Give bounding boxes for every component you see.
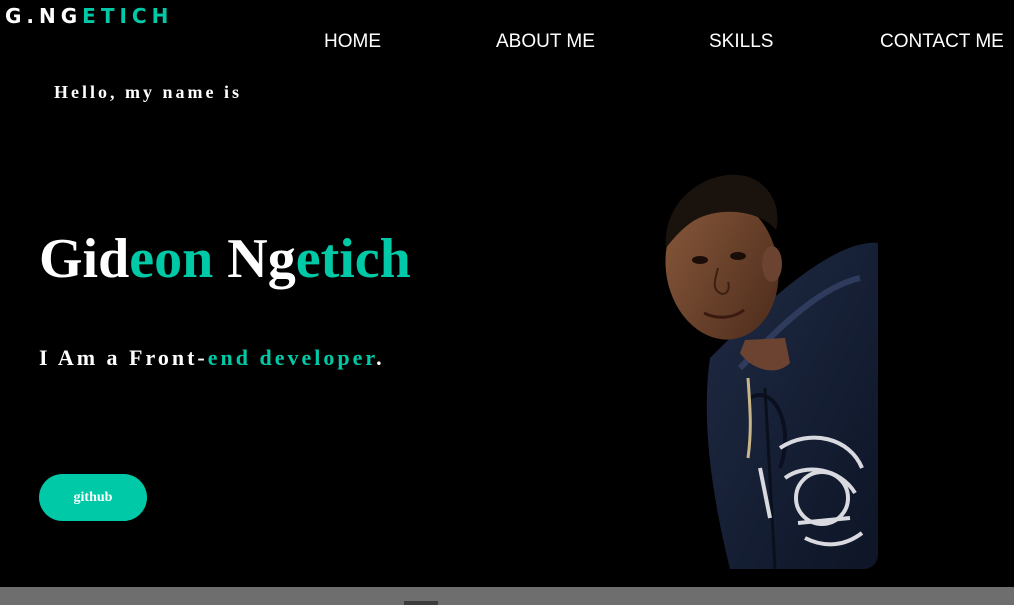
role-part: . bbox=[376, 345, 385, 370]
logo-part-white: G.NG bbox=[5, 4, 83, 28]
role-part: end developer bbox=[207, 345, 377, 370]
profile-photo bbox=[600, 168, 878, 569]
github-button[interactable]: github bbox=[39, 474, 147, 521]
nav-contact-link[interactable]: CONTACT ME bbox=[880, 30, 1004, 54]
hero-greeting: Hello, my name is bbox=[54, 82, 242, 102]
profile-photo-illustration bbox=[665, 174, 878, 569]
hero-role: I Am a Front-end developer. bbox=[39, 344, 385, 372]
name-part: Ng bbox=[227, 228, 296, 290]
name-part: Gid bbox=[39, 228, 130, 290]
hero-name: Gideon Ngetich bbox=[39, 226, 411, 292]
horizontal-scrollbar[interactable] bbox=[0, 587, 1014, 605]
nav-about-link[interactable]: ABOUT ME bbox=[496, 30, 595, 54]
nav-skills-link[interactable]: SKILLS bbox=[709, 30, 773, 54]
site-logo[interactable]: G.NGETICH bbox=[5, 4, 173, 28]
logo-part-teal: ETICH bbox=[82, 4, 174, 28]
role-part: I Am a Front- bbox=[39, 345, 208, 370]
main-nav: HOME ABOUT ME SKILLS CONTACT ME bbox=[0, 30, 1014, 56]
name-part: eon bbox=[129, 228, 228, 290]
scrollbar-thumb[interactable] bbox=[404, 601, 438, 605]
name-part: etich bbox=[295, 228, 411, 290]
nav-home-link[interactable]: HOME bbox=[324, 30, 381, 54]
